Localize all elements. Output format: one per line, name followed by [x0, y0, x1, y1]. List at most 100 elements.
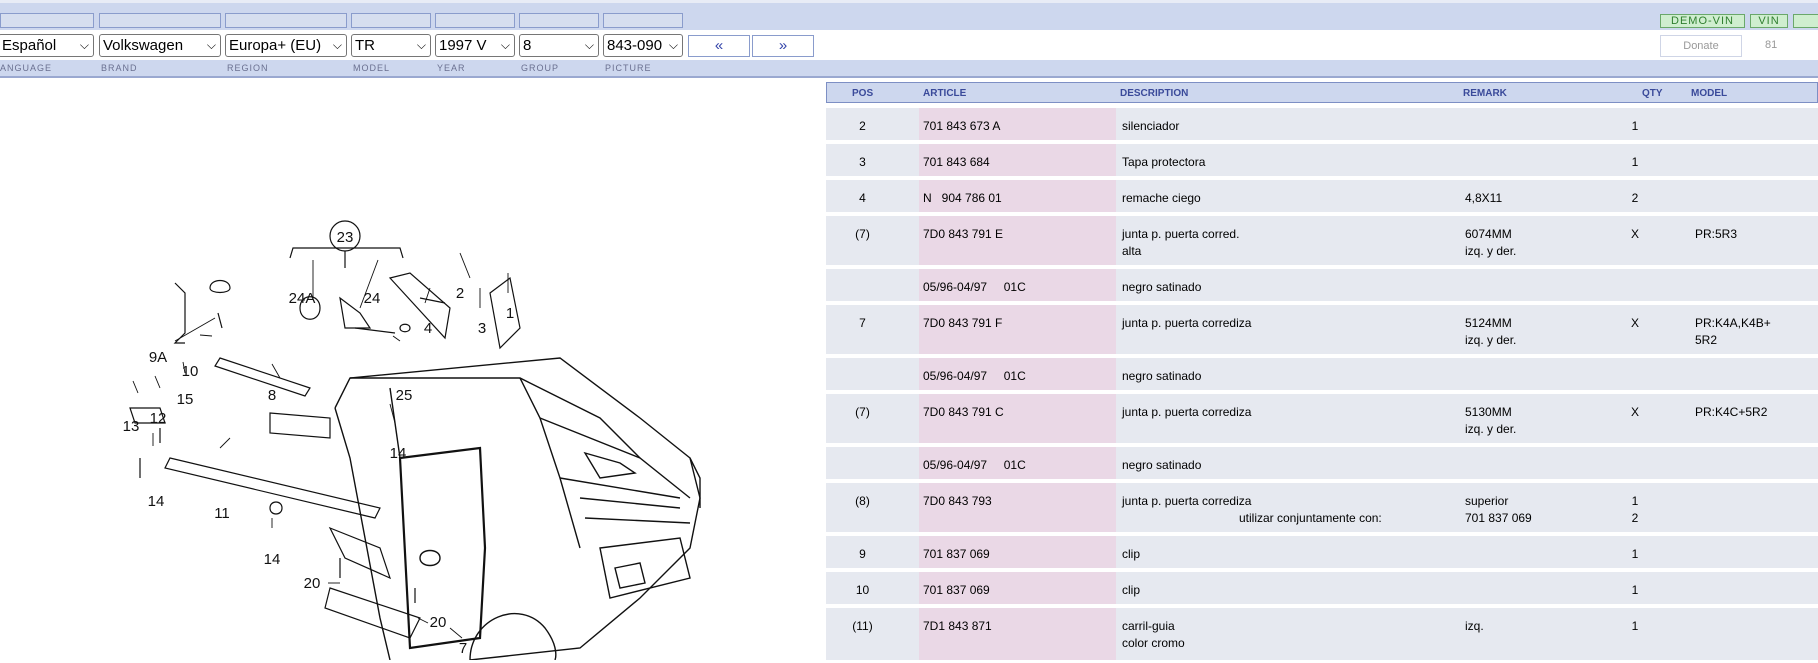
- parts-diagram[interactable]: 23 24A 24 2 1 4 3 9A 10 15 8 13 12 25 14…: [0, 78, 826, 661]
- callout-23: 23: [337, 229, 354, 246]
- row-remark: superior 701 837 069: [1465, 494, 1532, 525]
- callout-4: 4: [424, 320, 432, 337]
- row-description: junta p. puerta corrediza: [1122, 494, 1252, 508]
- row-model: PR:K4C+5R2: [1695, 405, 1768, 419]
- row-article[interactable]: 7D0 843 791 E: [923, 226, 1003, 243]
- table-row[interactable]: 05/96-04/97 01C negro satinado: [826, 358, 1818, 390]
- label-picture: PICTURE: [605, 63, 652, 73]
- row-remark: 4,8X11: [1465, 191, 1503, 205]
- extra-green-button[interactable]: [1793, 14, 1818, 28]
- year-select[interactable]: 1997 V ⌵: [435, 34, 515, 57]
- callout-20-a: 20: [304, 575, 321, 592]
- tab-model[interactable]: [351, 13, 431, 28]
- table-row[interactable]: 9 701 837 069 clip 1: [826, 536, 1818, 568]
- brand-select[interactable]: Volkswagen ⌵: [99, 34, 221, 57]
- col-qty: QTY: [1642, 88, 1663, 99]
- col-model: MODEL: [1691, 88, 1728, 99]
- label-group: GROUP: [521, 63, 560, 73]
- table-row[interactable]: 2 701 843 673 A silenciador 1: [826, 108, 1818, 140]
- chevron-down-icon: ⌵: [584, 38, 594, 52]
- table-row[interactable]: 4 N 904 786 01 remache ciego 4,8X11 2: [826, 180, 1818, 212]
- row-article[interactable]: 05/96-04/97 01C: [923, 279, 1026, 296]
- row-article[interactable]: 7D0 843 793: [923, 493, 992, 510]
- label-region: REGION: [227, 63, 269, 73]
- chevron-down-icon: ⌵: [500, 38, 510, 52]
- demo-vin-button[interactable]: DEMO-VIN: [1660, 14, 1745, 28]
- row-pos: 4: [859, 191, 866, 205]
- tab-brand[interactable]: [99, 13, 221, 28]
- callout-10: 10: [182, 363, 199, 380]
- callout-3: 3: [478, 320, 486, 337]
- row-pos: (8): [855, 494, 870, 508]
- vin-button[interactable]: VIN: [1750, 14, 1788, 28]
- next-picture-button[interactable]: »: [752, 35, 814, 57]
- table-row[interactable]: 10 701 837 069 clip 1: [826, 572, 1818, 604]
- row-article[interactable]: 7D0 843 791 C: [923, 404, 1004, 421]
- callout-20-b: 20: [430, 614, 447, 631]
- chevron-down-icon: ⌵: [332, 38, 342, 52]
- row-article[interactable]: 05/96-04/97 01C: [923, 368, 1026, 385]
- row-article[interactable]: 05/96-04/97 01C: [923, 457, 1026, 474]
- prev-picture-button[interactable]: «: [688, 35, 750, 57]
- callout-13: 13: [123, 418, 140, 435]
- table-row[interactable]: 05/96-04/97 01C negro satinado: [826, 269, 1818, 301]
- region-value: Europa+ (EU): [229, 37, 322, 54]
- row-model: PR:5R3: [1695, 227, 1738, 241]
- donate-button[interactable]: Donate: [1660, 35, 1742, 57]
- row-qty: 1: [1631, 619, 1639, 633]
- row-article[interactable]: 7D0 843 791 F: [923, 315, 1002, 332]
- chevron-down-icon: ⌵: [206, 38, 216, 52]
- selector-labels: LANGUAGE BRAND REGION MODEL YEAR GROUP P…: [0, 60, 1818, 78]
- row-article[interactable]: 701 837 069: [923, 582, 990, 599]
- picture-select[interactable]: 843-090 ⌵: [603, 34, 683, 57]
- van-exploded-view: 23 24A 24 2 1 4 3 9A 10 15 8 13 12 25 14…: [123, 220, 701, 661]
- table-row[interactable]: (7) 7D0 843 791 E junta p. puerta corred. …: [826, 216, 1818, 265]
- tab-year[interactable]: [435, 13, 515, 28]
- rail-parts: [129, 272, 521, 639]
- callout-8: 8: [268, 387, 276, 404]
- row-article[interactable]: 701 843 673 A: [923, 118, 1000, 135]
- top-tab-row: DEMO-VIN VIN: [0, 0, 1818, 30]
- table-row[interactable]: (7) 7D0 843 791 C junta p. puerta corrediz…: [826, 394, 1818, 443]
- parts-table-header: POS ARTICLE DESCRIPTION REMARK QTY MODEL: [826, 82, 1818, 103]
- tab-region[interactable]: [225, 13, 347, 28]
- region-select[interactable]: Europa+ (EU) ⌵: [225, 34, 347, 57]
- table-row[interactable]: (8) 7D0 843 793 junta p. puerta corrediza s…: [826, 483, 1818, 532]
- tab-language[interactable]: [0, 13, 94, 28]
- row-pos: 10: [855, 583, 870, 597]
- table-row[interactable]: 05/96-04/97 01C negro satinado: [826, 447, 1818, 479]
- group-select[interactable]: 8 ⌵: [519, 34, 599, 57]
- row-pos: 7: [859, 316, 866, 330]
- callout-14-b: 14: [148, 493, 165, 510]
- tab-picture[interactable]: [603, 13, 683, 28]
- model-select[interactable]: TR ⌵: [351, 34, 431, 57]
- row-pos: 3: [859, 155, 866, 169]
- table-row[interactable]: (11) 7D1 843 871 carril-guia color cromo iz…: [826, 608, 1818, 660]
- row-article[interactable]: 701 837 069: [923, 546, 990, 563]
- table-row[interactable]: 7 7D0 843 791 F junta p. puerta corrediza 5…: [826, 305, 1818, 354]
- row-description: carril-guia color cromo: [1122, 619, 1185, 650]
- label-year: YEAR: [437, 63, 466, 73]
- row-use-with-note: utilizar conjuntamente con:: [1239, 511, 1382, 525]
- table-row[interactable]: 3 701 843 684 Tapa protectora 1: [826, 144, 1818, 176]
- row-description: Tapa protectora: [1122, 155, 1206, 169]
- callout-2: 2: [456, 285, 464, 302]
- callout-labels: 23 24A 24 2 1 4 3 9A 10 15 8 13 12 25 14…: [123, 229, 515, 657]
- row-article[interactable]: 701 843 684: [923, 154, 990, 171]
- row-article[interactable]: 7D1 843 871: [923, 618, 992, 635]
- language-select[interactable]: Español ⌵: [0, 34, 94, 57]
- picture-value: 843-090: [607, 37, 663, 54]
- callout-7: 7: [459, 640, 467, 657]
- model-value: TR: [355, 37, 375, 54]
- callout-24a: 24A: [289, 290, 316, 307]
- row-description: remache ciego: [1122, 191, 1201, 205]
- row-article[interactable]: N 904 786 01: [923, 190, 1002, 207]
- callout-bracket-23: [173, 220, 404, 344]
- callout-15: 15: [177, 391, 194, 408]
- row-qty: X: [1630, 316, 1639, 330]
- tab-group[interactable]: [519, 13, 599, 28]
- selector-row: Español ⌵ Volkswagen ⌵ Europa+ (EU) ⌵ TR ⌵ 1…: [0, 30, 1818, 60]
- van-body: [334, 357, 701, 661]
- col-remark: REMARK: [1463, 88, 1507, 99]
- label-brand: BRAND: [101, 63, 138, 73]
